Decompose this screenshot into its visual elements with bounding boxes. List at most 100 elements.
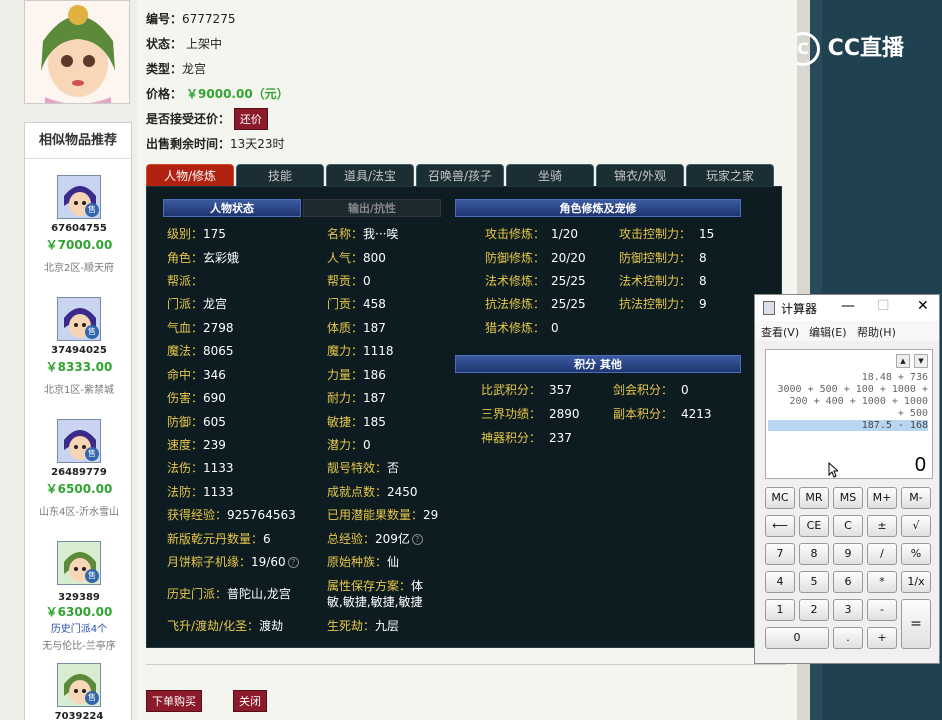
- cc-logo-text: CC直播: [827, 36, 904, 61]
- key-ce[interactable]: CE: [799, 515, 829, 537]
- maximize-icon[interactable]: ☐: [877, 298, 890, 314]
- stat-qianyuan-count: 新版乾元丹数量：6: [167, 530, 271, 547]
- key-0[interactable]: 0: [765, 627, 829, 649]
- tab-character[interactable]: 人物/修炼: [146, 164, 234, 186]
- key-4[interactable]: 4: [765, 571, 795, 593]
- stat-value: 9: [699, 297, 707, 311]
- similar-item-thumbnail[interactable]: 售: [57, 297, 101, 341]
- stat-key: 飞升/渡劫/化圣：: [167, 619, 260, 633]
- menu-view[interactable]: 查看(V): [761, 324, 799, 340]
- key-equals[interactable]: =: [901, 599, 931, 649]
- menu-edit[interactable]: 编辑(E): [809, 324, 847, 340]
- buy-button[interactable]: 下单购买: [146, 690, 202, 712]
- stat-speed: 速度：239: [167, 436, 226, 453]
- header-output-resist[interactable]: 输出/抗性: [303, 199, 441, 217]
- stat-value: 1133: [203, 461, 234, 475]
- key-3[interactable]: 3: [833, 599, 863, 621]
- stat-value: 8: [699, 251, 707, 265]
- stat-value: 458: [363, 297, 386, 311]
- close-button[interactable]: 关闭: [233, 690, 267, 712]
- key-multiply[interactable]: *: [867, 571, 897, 593]
- key-reciprocal[interactable]: 1/x: [901, 571, 931, 593]
- key-7[interactable]: 7: [765, 543, 795, 565]
- cc-live-logo: C CC直播: [786, 30, 916, 66]
- similar-item[interactable]: 售 37494025 ￥8333.00 北京1区-紫禁城: [25, 297, 133, 396]
- tab-mounts[interactable]: 坐骑: [506, 164, 594, 186]
- stat-key: 神器积分：: [481, 431, 542, 445]
- calculator-titlebar[interactable]: 计算器 — ☐ ✕: [755, 295, 939, 321]
- similar-item-thumbnail[interactable]: 售: [57, 175, 101, 219]
- item-id-label: 编号：: [146, 12, 183, 26]
- key-plus[interactable]: +: [867, 627, 897, 649]
- divider: [146, 664, 786, 665]
- tab-player-home[interactable]: 玩家之家: [686, 164, 774, 186]
- scroll-down-icon[interactable]: ▼: [914, 354, 928, 368]
- key-negate[interactable]: ±: [867, 515, 897, 537]
- stat-magic-damage: 法伤：1133: [167, 459, 234, 476]
- stat-key: 攻击控制力：: [619, 227, 692, 241]
- sell-badge: 售: [85, 203, 99, 217]
- stat-damage: 伤害：690: [167, 389, 226, 406]
- key-8[interactable]: 8: [799, 543, 829, 565]
- points-dungeon: 副本积分： 4213: [613, 405, 712, 422]
- scroll-up-icon[interactable]: ▲: [896, 354, 910, 368]
- similar-item[interactable]: 售 7039224: [25, 663, 133, 720]
- tab-pets[interactable]: 召唤兽/孩子: [416, 164, 504, 186]
- item-price-value: ￥9000.00（元）: [186, 87, 289, 101]
- key-mc[interactable]: MC: [765, 487, 795, 509]
- cult-resist-control: 抗法控制力： 9: [619, 295, 707, 312]
- stat-value: 25/25: [551, 274, 586, 288]
- similar-item-thumbnail[interactable]: 售: [57, 419, 101, 463]
- similar-item[interactable]: 售 329389 ￥6300.00 历史门派4个 无与伦比-兰亭序: [25, 541, 133, 652]
- key-9[interactable]: 9: [833, 543, 863, 565]
- help-icon[interactable]: ?: [411, 534, 423, 545]
- similar-item-id: 329389: [58, 592, 100, 603]
- minimize-icon[interactable]: —: [841, 298, 855, 314]
- header-character-status[interactable]: 人物状态: [163, 199, 301, 217]
- key-backspace[interactable]: ⟵: [765, 515, 795, 537]
- stat-value: 渡劫: [259, 619, 284, 633]
- key-sqrt[interactable]: √: [901, 515, 931, 537]
- key-minus[interactable]: -: [867, 599, 897, 621]
- key-c[interactable]: C: [833, 515, 863, 537]
- similar-item-thumbnail[interactable]: 售: [57, 663, 101, 707]
- similar-item[interactable]: 售 26489779 ￥6500.00 山东4区-沂水雪山: [25, 419, 133, 518]
- item-remaining-label: 出售剩余时间：: [146, 137, 231, 151]
- calculator-icon: [763, 301, 775, 315]
- tab-outfits[interactable]: 锦衣/外观: [596, 164, 684, 186]
- key-1[interactable]: 1: [765, 599, 795, 621]
- stat-key: 人气：: [327, 251, 364, 265]
- key-mminus[interactable]: M-: [901, 487, 931, 509]
- similar-item-id-price: 329389 ￥6300.00: [25, 589, 133, 620]
- key-divide[interactable]: /: [867, 543, 897, 565]
- similar-item-history[interactable]: 历史门派4个: [25, 620, 133, 635]
- help-icon[interactable]: ?: [287, 557, 299, 568]
- key-mr[interactable]: MR: [799, 487, 829, 509]
- similar-item-thumbnail[interactable]: 售: [57, 541, 101, 585]
- menu-help[interactable]: 帮助(H): [857, 324, 896, 340]
- key-5[interactable]: 5: [799, 571, 829, 593]
- bargain-button[interactable]: 还价: [233, 108, 268, 130]
- key-percent[interactable]: %: [901, 543, 931, 565]
- tab-items[interactable]: 道具/法宝: [326, 164, 414, 186]
- item-price-row: 价格： ￥9000.00（元）: [146, 85, 289, 102]
- history-line: 3000 + 500 + 100 + 1000 +: [777, 384, 928, 395]
- stat-value: 29: [423, 508, 439, 522]
- stat-key: 猎术修炼：: [485, 321, 546, 335]
- key-mplus[interactable]: M+: [867, 487, 897, 509]
- stat-key: 防御控制力：: [619, 251, 692, 265]
- stat-value: 20/20: [551, 251, 586, 265]
- item-id-row: 编号：6777275: [146, 10, 235, 27]
- tab-skills[interactable]: 技能: [236, 164, 324, 186]
- similar-item[interactable]: 售 67604755 ￥7000.00 北京2区-顺天府: [25, 175, 133, 274]
- close-icon[interactable]: ✕: [917, 298, 929, 314]
- stat-guild-contrib: 帮贡：0: [327, 272, 371, 289]
- key-ms[interactable]: MS: [833, 487, 863, 509]
- stat-key: 月饼粽子机缘：: [167, 555, 252, 569]
- key-decimal[interactable]: .: [833, 627, 863, 649]
- stat-key: 靓号特效：: [327, 461, 388, 475]
- key-2[interactable]: 2: [799, 599, 829, 621]
- history-line-selected[interactable]: 187.5 - 168: [768, 420, 928, 431]
- left-column: 相似物品推荐 售 67604755 ￥7000.00 北京2区-顺天府 售 37…: [0, 0, 135, 720]
- key-6[interactable]: 6: [833, 571, 863, 593]
